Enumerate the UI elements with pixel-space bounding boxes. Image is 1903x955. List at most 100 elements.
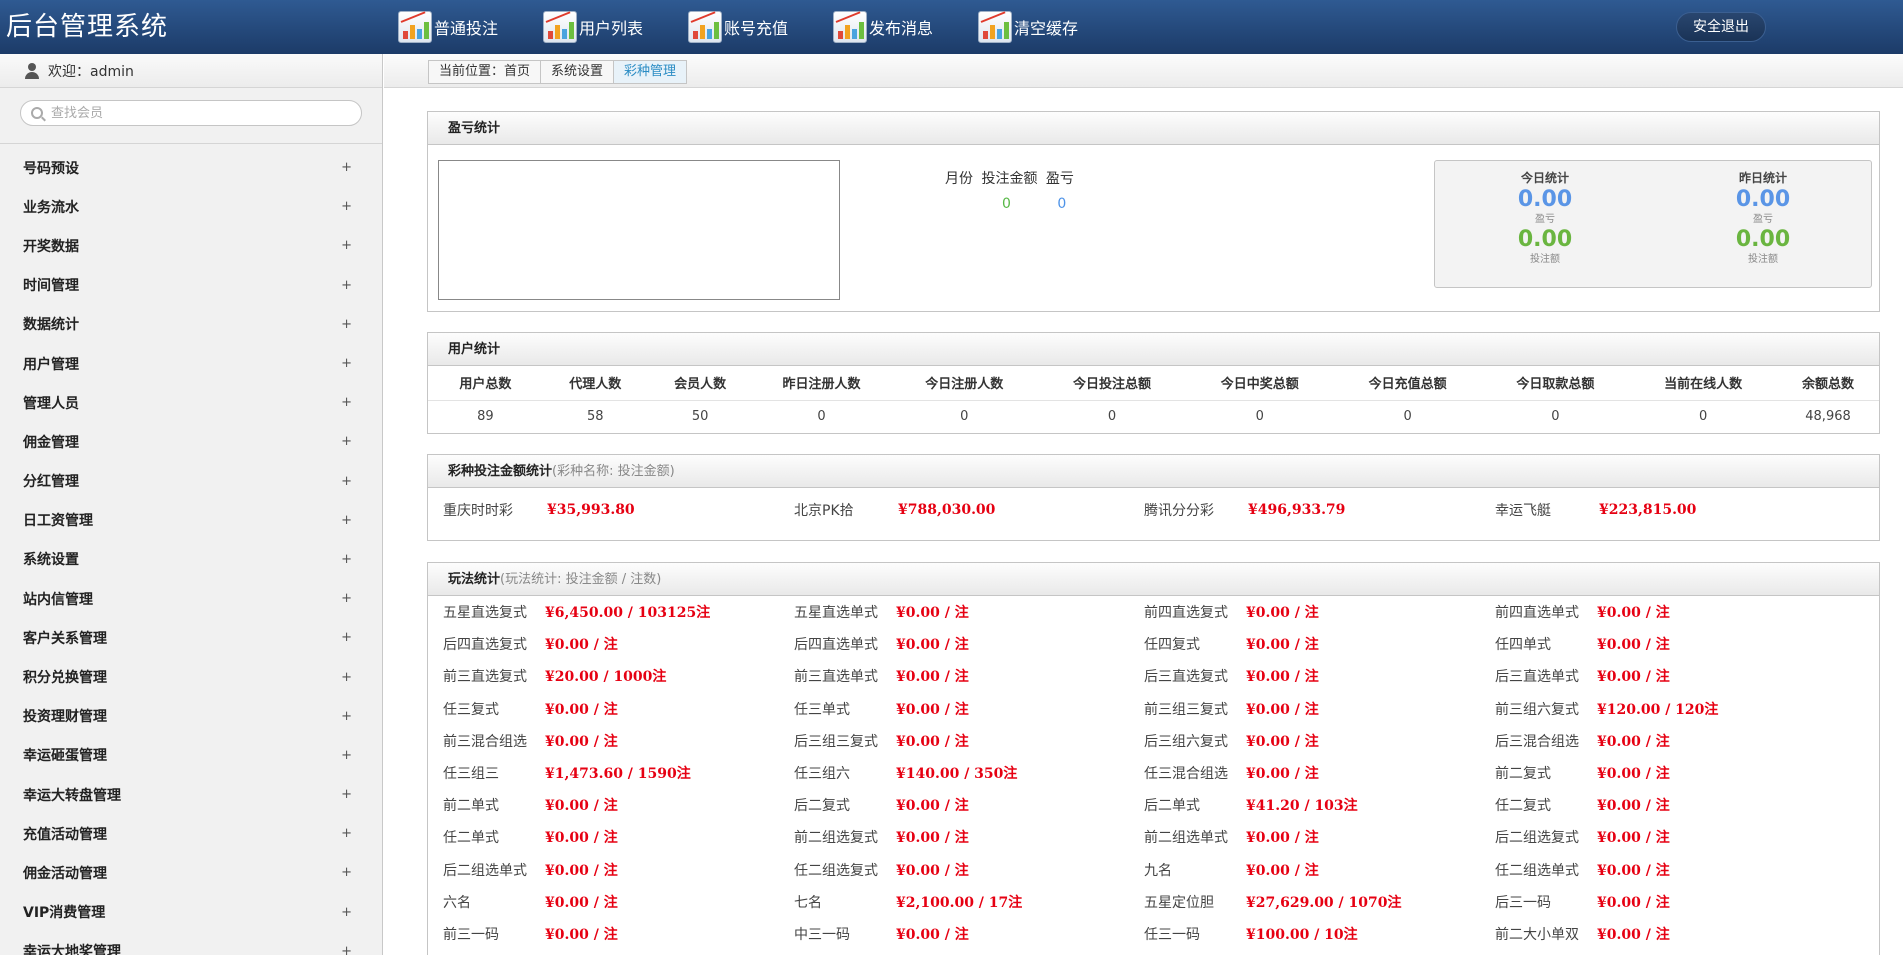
topnav-label: 账号充值 xyxy=(724,19,789,38)
expand-icon[interactable]: + xyxy=(341,944,352,955)
today-profit: 0.00 xyxy=(1517,187,1573,212)
yesterday-profit: 0.00 xyxy=(1735,187,1791,212)
lottery-name: 重庆时时彩 xyxy=(443,503,513,519)
sidebar-menu-item[interactable]: 积分兑换管理 + xyxy=(0,657,382,696)
user-stats-value: 0 xyxy=(1403,409,1412,425)
expand-icon[interactable]: + xyxy=(341,552,352,567)
sidebar-menu-item[interactable]: 日工资管理 + xyxy=(0,501,382,540)
expand-icon[interactable]: + xyxy=(341,630,352,645)
expand-icon[interactable]: + xyxy=(341,160,352,175)
topnav-account-recharge[interactable]: 账号充值 xyxy=(688,0,833,54)
sidebar-menu-item[interactable]: 投资理财管理 + xyxy=(0,697,382,736)
user-stats-panel: 用户统计 用户总数 代理人数 会员人数 昨日注册人数 今日注册人数 今日投注总额 今日中奖总… xyxy=(427,332,1880,434)
sidebar-menu-item[interactable]: 开奖数据 + xyxy=(0,226,382,265)
sidebar-menu-label: 佣金活动管理 xyxy=(23,865,107,882)
topnav-user-list[interactable]: 用户列表 xyxy=(543,0,688,54)
expand-icon[interactable]: + xyxy=(341,238,352,253)
expand-icon[interactable]: + xyxy=(341,748,352,763)
play-amount: ¥0.00 / 注 xyxy=(896,798,969,815)
expand-icon[interactable]: + xyxy=(341,591,352,606)
play-row: 六名 ¥0.00 / 注 七名 ¥2,100.00 / 17注 五星定位胆 ¥27,629… xyxy=(428,887,1881,919)
expand-icon[interactable]: + xyxy=(341,670,352,685)
user-stats-header: 今日取款总额 xyxy=(1481,366,1630,401)
expand-icon[interactable]: + xyxy=(341,787,352,802)
play-name: 任四单式 xyxy=(1495,637,1551,654)
expand-icon[interactable]: + xyxy=(341,434,352,449)
sidebar-menu-item[interactable]: 系统设置 + xyxy=(0,540,382,579)
play-amount: ¥0.00 / 注 xyxy=(545,701,618,718)
user-stats-value: 48,968 xyxy=(1805,409,1851,425)
play-stats-panel: 玩法统计(玩法统计: 投注金额 / 注数) 五星直选复式 ¥6,450.00 / … xyxy=(427,562,1880,955)
play-name: 任四复式 xyxy=(1144,637,1200,654)
play-name: 前二单式 xyxy=(443,798,499,815)
sidebar-menu-item[interactable]: 客户关系管理 + xyxy=(0,618,382,657)
sidebar-menu-item[interactable]: 分红管理 + xyxy=(0,462,382,501)
sidebar-menu-item[interactable]: 充值活动管理 + xyxy=(0,814,382,853)
play-item: 前二组选单式 ¥0.00 / 注 xyxy=(1144,822,1319,854)
play-item: 任四复式 ¥0.00 / 注 xyxy=(1144,629,1319,661)
sidebar-menu-item[interactable]: 管理人员 + xyxy=(0,383,382,422)
panel-title: 盈亏统计 xyxy=(428,112,1879,145)
sidebar-menu-item[interactable]: 佣金管理 + xyxy=(0,422,382,461)
play-item: 前四直选复式 ¥0.00 / 注 xyxy=(1144,597,1319,629)
expand-icon[interactable]: + xyxy=(341,513,352,528)
lottery-name: 腾讯分分彩 xyxy=(1144,503,1214,519)
expand-icon[interactable]: + xyxy=(341,865,352,880)
expand-icon[interactable]: + xyxy=(341,199,352,214)
member-search xyxy=(0,88,382,144)
play-amount: ¥0.00 / 注 xyxy=(1597,605,1670,621)
search-box xyxy=(20,100,362,126)
expand-icon[interactable]: + xyxy=(341,905,352,920)
sidebar-menu-label: 充值活动管理 xyxy=(23,826,107,843)
expand-icon[interactable]: + xyxy=(341,317,352,332)
panel-subtitle: (彩种名称: 投注金额) xyxy=(552,464,675,479)
sidebar-menu-item[interactable]: 号码预设 + xyxy=(0,148,382,187)
sidebar-menu-item[interactable]: 佣金活动管理 + xyxy=(0,853,382,892)
play-item: 后二单式 ¥41.20 / 103注 xyxy=(1144,790,1358,822)
play-amount: ¥140.00 / 350注 xyxy=(896,765,1018,782)
sidebar-menu-item[interactable]: 幸运大转盘管理 + xyxy=(0,775,382,814)
play-name: 五星定位胆 xyxy=(1144,894,1214,911)
logout-button[interactable]: 安全退出 xyxy=(1676,12,1766,42)
panel-title: 彩种投注金额统计(彩种名称: 投注金额) xyxy=(428,455,1879,488)
play-name: 后二复式 xyxy=(794,798,850,815)
play-name: 前二复式 xyxy=(1495,765,1551,782)
sidebar-menu-item[interactable]: 幸运砸蛋管理 + xyxy=(0,736,382,775)
sidebar-menu-item[interactable]: 幸运大地奖管理 + xyxy=(0,932,382,955)
search-input[interactable] xyxy=(51,104,351,122)
play-amount: ¥0.00 / 注 xyxy=(1597,733,1670,750)
play-item: 后四直选复式 ¥0.00 / 注 xyxy=(443,629,618,661)
play-name: 后三直选单式 xyxy=(1495,669,1579,686)
breadcrumb-system-settings[interactable]: 系统设置 xyxy=(541,61,615,83)
sidebar-menu-item[interactable]: 数据统计 + xyxy=(0,305,382,344)
topnav-publish-message[interactable]: 发布消息 xyxy=(833,0,978,54)
play-item: 前二复式 ¥0.00 / 注 xyxy=(1495,758,1670,790)
sidebar-menu-item[interactable]: VIP消费管理 + xyxy=(0,893,382,932)
play-name: 后三组三复式 xyxy=(794,733,878,750)
play-name: 前三直选单式 xyxy=(794,669,878,686)
sidebar-menu-item[interactable]: 业务流水 + xyxy=(0,187,382,226)
user-stats-header: 会员人数 xyxy=(647,366,753,401)
play-name: 任二组选复式 xyxy=(794,862,878,879)
expand-icon[interactable]: + xyxy=(341,474,352,489)
welcome-bar: 欢迎：admin xyxy=(0,54,382,88)
topnav-clear-cache[interactable]: 清空缓存 xyxy=(978,0,1123,54)
expand-icon[interactable]: + xyxy=(341,356,352,371)
play-amount: ¥0.00 / 注 xyxy=(1597,637,1670,654)
user-stats-table: 用户总数 代理人数 会员人数 昨日注册人数 今日注册人数 今日投注总额 今日中奖总额 今日充值… xyxy=(428,366,1879,433)
topnav-normal-bet[interactable]: 普通投注 xyxy=(398,0,543,54)
breadcrumb-home[interactable]: 当前位置：首页 xyxy=(429,61,542,83)
sidebar-menu-item[interactable]: 时间管理 + xyxy=(0,266,382,305)
play-row: 任三组三 ¥1,473.60 / 1590注 任三组六 ¥140.00 / 350注任… xyxy=(428,758,1881,790)
expand-icon[interactable]: + xyxy=(341,826,352,841)
expand-icon[interactable]: + xyxy=(341,709,352,724)
play-name: 后三混合组选 xyxy=(1495,733,1579,750)
sidebar-menu-item[interactable]: 用户管理 + xyxy=(0,344,382,383)
play-amount: ¥0.00 / 注 xyxy=(896,862,969,879)
play-item: 六名 ¥0.00 / 注 xyxy=(443,887,618,919)
sidebar-menu-label: 客户关系管理 xyxy=(23,630,107,647)
user-stats-value: 0 xyxy=(817,409,826,425)
expand-icon[interactable]: + xyxy=(341,395,352,410)
expand-icon[interactable]: + xyxy=(341,278,352,293)
sidebar-menu-item[interactable]: 站内信管理 + xyxy=(0,579,382,618)
